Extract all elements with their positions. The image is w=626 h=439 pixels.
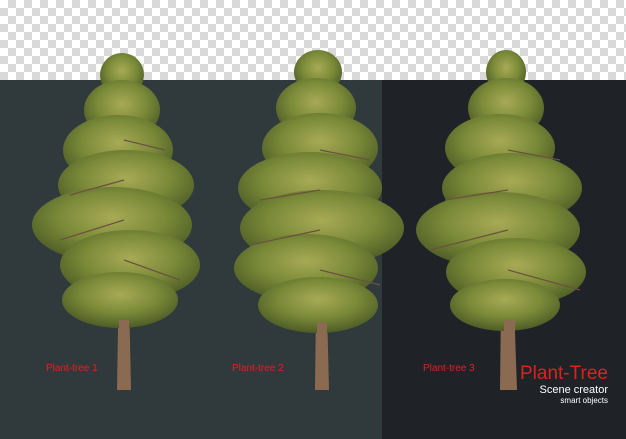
tree-1-label: Plant-tree 1 [46,363,98,374]
pine-tree-1 [32,53,200,390]
pine-tree-2 [234,50,404,390]
pine-tree-3 [416,50,586,390]
tree-3-label: Plant-tree 3 [423,363,475,374]
brand-block: Plant-Tree Scene creator smart objects [520,364,608,406]
brand-subtitle: Scene creator [539,384,608,396]
brand-tagline: smart objects [560,396,608,405]
scene: Plant-tree 1 Plant-tree 2 Plant-tree 3 P… [0,0,626,439]
brand-title: Plant-Tree [520,363,608,384]
tree-2-label: Plant-tree 2 [232,363,284,374]
